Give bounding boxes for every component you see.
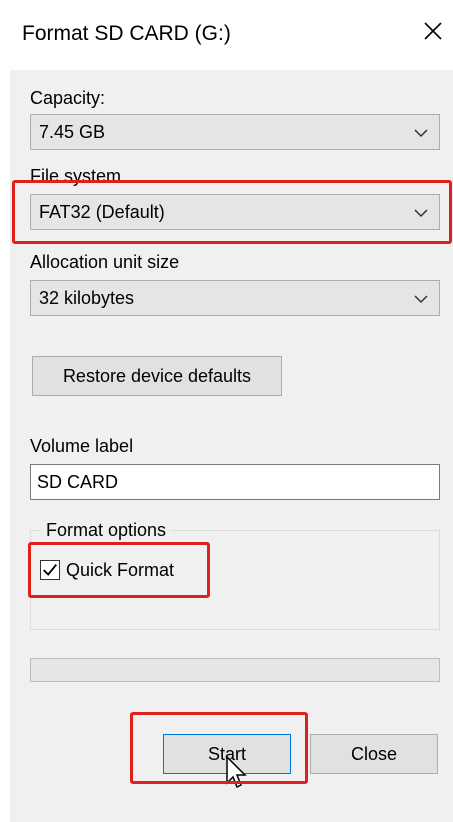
restore-defaults-button[interactable]: Restore device defaults (32, 356, 282, 396)
dialog-title: Format SD CARD (G:) (22, 22, 231, 45)
allocation-unit-select[interactable]: 32 kilobytes (30, 280, 440, 316)
format-dialog: Format SD CARD (G:) Capacity: 7.45 GB Fi… (0, 0, 453, 822)
highlight-quick-format (28, 542, 210, 598)
close-icon[interactable] (420, 18, 446, 44)
format-progress-bar (30, 658, 440, 682)
format-options-title: Format options (42, 520, 171, 541)
capacity-label: Capacity: (30, 88, 106, 108)
volume-label-value: SD CARD (37, 472, 119, 492)
close-button[interactable]: Close (310, 734, 438, 774)
volume-label-input[interactable]: SD CARD (30, 464, 440, 500)
allocation-unit-value: 32 kilobytes (39, 288, 135, 308)
highlight-start-button (130, 712, 308, 784)
chevron-down-icon (414, 295, 428, 304)
capacity-value: 7.45 GB (39, 122, 106, 142)
chevron-down-icon (414, 129, 428, 138)
title-bar: Format SD CARD (G:) (0, 0, 453, 70)
volume-label-label: Volume label (30, 436, 134, 456)
highlight-file-system (12, 180, 452, 244)
allocation-unit-label: Allocation unit size (30, 252, 180, 272)
capacity-select[interactable]: 7.45 GB (30, 114, 440, 150)
